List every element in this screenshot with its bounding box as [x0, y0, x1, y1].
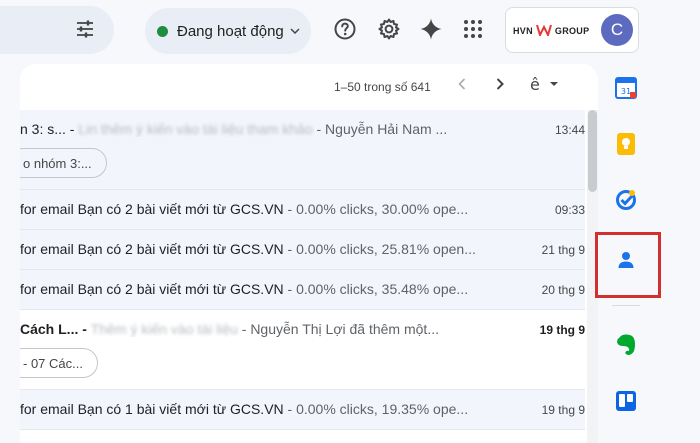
email-summary: for email Bạn có 2 bài viết mới từ GCS.V…	[20, 201, 490, 217]
calendar-icon: 31	[615, 76, 637, 104]
chevron-down-icon	[290, 25, 302, 37]
tasks-button[interactable]	[612, 188, 640, 216]
scrollbar-thumb[interactable]	[588, 110, 597, 192]
brand-mark-icon	[535, 24, 552, 38]
email-snippet: - Nguyễn Hải Nam ...	[312, 121, 448, 137]
email-snippet: - 0.00% clicks, 30.00% ope...	[283, 201, 469, 217]
email-subject: for email Bạn có 2 bài viết mới từ GCS.V…	[20, 241, 284, 257]
gmail-window: Đang hoạt động HVN GROUP C 1–50 trong số…	[0, 0, 700, 443]
email-row[interactable]: for email Bạn có 2 bài viết mới từ GCS.V…	[20, 270, 585, 310]
email-date: 19 thg 9	[541, 403, 585, 417]
avatar[interactable]: C	[601, 14, 633, 46]
brand-logo: HVN GROUP	[513, 24, 589, 38]
newer-page-button[interactable]	[490, 76, 510, 96]
help-button[interactable]	[331, 17, 359, 45]
email-subject: for email Bạn có 2 bài viết mới từ GCS.V…	[20, 281, 284, 297]
email-date: 19 thg 9	[539, 323, 585, 337]
trello-icon	[615, 390, 637, 417]
email-summary: Cách L... - Thêm ý kiến vào tài liệu - N…	[20, 321, 490, 337]
input-tools-button[interactable]: ê	[528, 74, 564, 99]
email-subject: n 3: s... -	[20, 121, 79, 137]
chevron-right-icon	[496, 77, 504, 95]
email-subject: for email Bạn có 1 bài viết mới từ GCS.V…	[20, 401, 284, 417]
status-dot	[157, 25, 168, 37]
settings-icon	[377, 17, 401, 46]
email-date: 20 thg 9	[541, 283, 585, 297]
email-summary: for email Bạn có 2 bài viết mới từ GCS.V…	[20, 241, 490, 257]
email-snippet: - 0.00% clicks, 19.35% ope...	[283, 401, 469, 417]
email-row[interactable]: for email Bạn có 2 bài viết mới từ GCS.V…	[20, 230, 585, 270]
email-date: 13:44	[554, 123, 585, 137]
account-switcher[interactable]: HVN GROUP C	[505, 7, 639, 53]
older-page-button[interactable]	[452, 76, 472, 96]
email-subject: Cách L... -	[20, 321, 91, 337]
evernote-button[interactable]	[612, 333, 640, 361]
page-count: 1–50 trong số 641	[334, 80, 431, 94]
apps-button[interactable]	[459, 17, 487, 45]
brand-name-left: HVN	[513, 26, 533, 36]
email-snippet: - 0.00% clicks, 35.48% ope...	[283, 281, 469, 297]
email-subject: for email Bạn có 2 bài viết mới từ GCS.V…	[20, 201, 284, 217]
email-date: 09:33	[554, 203, 585, 217]
calendar-button[interactable]: 31	[612, 76, 640, 104]
email-summary: n 3: s... - Lin thêm ý kiến vào tài liệu…	[20, 121, 490, 137]
keep-button[interactable]	[612, 132, 640, 160]
email-summary: for email Bạn có 1 bài viết mới từ GCS.V…	[20, 401, 490, 417]
gemini-button[interactable]	[417, 17, 445, 45]
contacts-highlight-box	[595, 232, 661, 298]
list-toolbar: 1–50 trong số 641 ê	[20, 64, 598, 108]
brand-name-right: GROUP	[554, 26, 590, 36]
email-snippet: - Nguyễn Thị Lợi đã thêm một...	[237, 321, 439, 337]
calendar-day: 31	[621, 87, 631, 96]
attachment-chip[interactable]: - 07 Các...	[20, 348, 98, 378]
keep-icon	[616, 132, 636, 161]
status-dropdown[interactable]: Đang hoạt động	[145, 8, 311, 54]
status-label: Đang hoạt động	[177, 22, 284, 40]
email-row[interactable]: Cách L... - Thêm ý kiến vào tài liệu - N…	[20, 310, 585, 390]
email-summary: for email Bạn có 2 bài viết mới từ GCS.V…	[20, 281, 490, 297]
help-icon	[333, 17, 357, 46]
apps-grid-icon	[463, 19, 483, 44]
evernote-icon	[615, 333, 637, 362]
tasks-icon	[615, 189, 637, 216]
gemini-sparkle-icon	[419, 17, 443, 46]
email-blurred-text: Thêm ý kiến vào tài liệu	[90, 321, 238, 337]
trello-button[interactable]	[612, 389, 640, 417]
email-row[interactable]: for email Bạn có 2 bài viết mới từ GCS.V…	[20, 190, 585, 230]
svg-text:ê: ê	[530, 75, 540, 94]
email-snippet: - 0.00% clicks, 25.81% open...	[283, 241, 476, 257]
input-tools-icon: ê	[528, 74, 564, 99]
chevron-left-icon	[458, 77, 466, 95]
search-options-button[interactable]	[70, 16, 100, 46]
tune-icon	[75, 19, 95, 44]
email-blurred-text: Lin thêm ý kiến vào tài liệu tham khảo	[78, 121, 313, 137]
attachment-chip[interactable]: o nhóm 3:...	[20, 148, 107, 178]
email-date: 21 thg 9	[541, 243, 585, 257]
settings-button[interactable]	[375, 17, 403, 45]
email-row[interactable]: for email Bạn có 1 bài viết mới từ GCS.V…	[20, 390, 585, 430]
inbox-panel: 1–50 trong số 641 ê n 3: s... - Lin thêm…	[20, 64, 598, 443]
rail-divider	[612, 305, 640, 306]
email-row[interactable]: n 3: s... - Lin thêm ý kiến vào tài liệu…	[20, 110, 585, 190]
